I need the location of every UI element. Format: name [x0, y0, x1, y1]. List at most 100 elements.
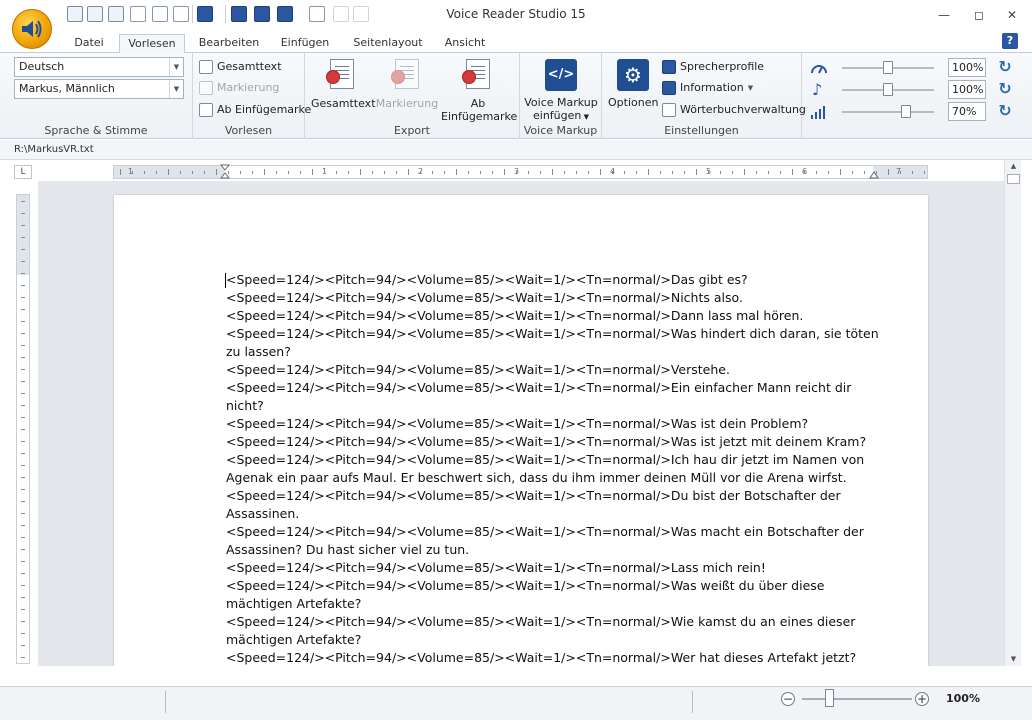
export-all-button[interactable]: Gesamttext [311, 57, 376, 110]
information-button[interactable]: Information ▼ [662, 79, 753, 97]
ruler-tick [312, 169, 313, 175]
minimize-icon[interactable]: — [936, 8, 952, 22]
language-select[interactable]: Deutsch ▼ [14, 57, 184, 77]
group-label: Einstellungen [664, 124, 739, 137]
document-page[interactable]: <Speed=124/><Pitch=94/><Volume=85/><Wait… [114, 195, 928, 666]
tab-ansicht[interactable]: Ansicht [436, 34, 494, 53]
zoom-out-icon[interactable]: − [781, 692, 795, 706]
insert-voice-markup-button[interactable]: </> Voice Markup einfügen ▼ [522, 57, 600, 124]
vertical-scrollbar[interactable]: ▲ ▼ [1004, 160, 1021, 666]
ruler-tick [21, 573, 25, 574]
speed-slider-thumb[interactable] [883, 61, 893, 74]
ruler-tick [588, 171, 589, 174]
zoom-in-icon[interactable]: + [915, 692, 929, 706]
ruler-tick [324, 171, 325, 174]
group-export: Gesamttext Markierung Ab Einfügemarke Ex… [305, 53, 520, 139]
ruler-tick [21, 393, 25, 394]
pitch-value-field[interactable]: 100% [948, 80, 986, 99]
document-line: <Speed=124/><Pitch=94/><Volume=85/><Wait… [226, 452, 865, 485]
ruler-tick [864, 171, 865, 174]
zoom-slider-thumb[interactable] [824, 689, 834, 707]
zoom-level: 100% [946, 692, 980, 705]
pitch-slider-thumb[interactable] [883, 83, 893, 96]
app-menu-button[interactable] [12, 9, 52, 49]
read-all-button[interactable]: Gesamttext [199, 58, 282, 76]
speaker-profile-icon [662, 60, 676, 74]
ruler-tick [216, 169, 217, 175]
tab-stop-selector[interactable]: L [14, 165, 32, 179]
ruler-tick [288, 171, 289, 174]
ruler-tick [21, 489, 25, 490]
ruler-tick [21, 513, 25, 514]
horizontal-ruler[interactable]: 1 1 2 3 4 5 6 7 [113, 164, 928, 180]
ruler-tick [21, 213, 25, 214]
reset-speed-icon[interactable]: ↻ [997, 59, 1013, 75]
document-line: <Speed=124/><Pitch=94/><Volume=85/><Wait… [226, 362, 730, 377]
ruler-tick [21, 357, 25, 358]
ruler-tick [672, 171, 673, 174]
reset-pitch-icon[interactable]: ↻ [997, 81, 1013, 97]
tab-datei[interactable]: Datei [66, 34, 112, 53]
volume-bars-icon [811, 106, 825, 119]
export-selection-button[interactable]: Markierung [375, 57, 439, 110]
ruler-tick [21, 465, 25, 466]
ruler-tick [516, 171, 517, 174]
gear-icon: ⚙ [617, 59, 649, 91]
ruler-tick [21, 201, 25, 202]
document-text[interactable]: <Speed=124/><Pitch=94/><Volume=85/><Wait… [226, 271, 886, 666]
document-line: <Speed=124/><Pitch=94/><Volume=85/><Wait… [226, 308, 804, 323]
tab-vorlesen[interactable]: Vorlesen [119, 34, 185, 54]
volume-value-field[interactable]: 70% [948, 102, 986, 121]
read-selection-button[interactable]: Markierung [199, 79, 279, 97]
options-button[interactable]: ⚙ Optionen [608, 57, 658, 109]
reset-volume-icon[interactable]: ↻ [997, 103, 1013, 119]
ruler-tick [432, 171, 433, 174]
zoom-slider-track[interactable] [802, 698, 912, 700]
information-label: Information [680, 81, 744, 94]
group-vorlesen: Gesamttext Markierung Ab Einfügemarke Vo… [193, 53, 311, 139]
read-from-cursor-icon [199, 103, 213, 117]
right-indent-marker-icon[interactable] [869, 168, 879, 180]
tab-seitenlayout[interactable]: Seitenlayout [348, 34, 428, 53]
speed-value-field[interactable]: 100% [948, 58, 986, 77]
ruler-tick [180, 171, 181, 174]
ruler-tick [21, 501, 25, 502]
tab-bearbeiten[interactable]: Bearbeiten [195, 34, 263, 53]
tab-einfuegen[interactable]: Einfügen [272, 34, 338, 53]
ruler-tick [600, 169, 601, 175]
ruler-tick [372, 171, 373, 174]
ruler-tick [21, 417, 25, 418]
scroll-up-icon[interactable]: ▲ [1007, 160, 1020, 173]
document-line: <Speed=124/><Pitch=94/><Volume=85/><Wait… [226, 614, 856, 647]
scroll-down-icon[interactable]: ▼ [1007, 653, 1020, 666]
ruler-tick [21, 405, 25, 406]
speaker-profiles-button[interactable]: Sprecherprofile [662, 58, 764, 76]
ruler-tick [336, 171, 337, 174]
ruler-tick [480, 171, 481, 174]
close-icon[interactable]: ✕ [1004, 8, 1020, 22]
document-line: <Speed=124/><Pitch=94/><Volume=85/><Wait… [226, 578, 825, 611]
status-separator [692, 691, 693, 713]
ruler-tick [21, 285, 25, 286]
restore-icon[interactable]: ◻ [971, 8, 987, 22]
ruler-tick [528, 171, 529, 174]
ruler-tick [300, 171, 301, 174]
volume-slider-thumb[interactable] [901, 105, 912, 118]
dictionary-button[interactable]: Wörterbuchverwaltung [662, 101, 806, 119]
scroll-thumb[interactable] [1007, 174, 1020, 184]
ruler-tick [708, 171, 709, 174]
ruler-tick [408, 169, 409, 175]
ruler-tick [444, 171, 445, 174]
ruler-tick [156, 171, 157, 174]
help-button[interactable]: ? [1002, 33, 1018, 49]
read-from-cursor-button[interactable]: Ab Einfügemarke [199, 101, 311, 119]
export-from-cursor-button[interactable]: Ab Einfügemarke [441, 57, 517, 123]
ruler-tick [240, 171, 241, 174]
voice-select[interactable]: Markus, Männlich ▼ [14, 79, 184, 99]
volume-slider-track[interactable] [842, 111, 934, 113]
export-selection-label: Markierung [375, 97, 439, 110]
export-from-cursor-label-1: Ab [470, 97, 486, 110]
options-label: Optionen [608, 96, 659, 109]
ruler-tick [192, 171, 193, 174]
ruler-tick [888, 169, 889, 175]
